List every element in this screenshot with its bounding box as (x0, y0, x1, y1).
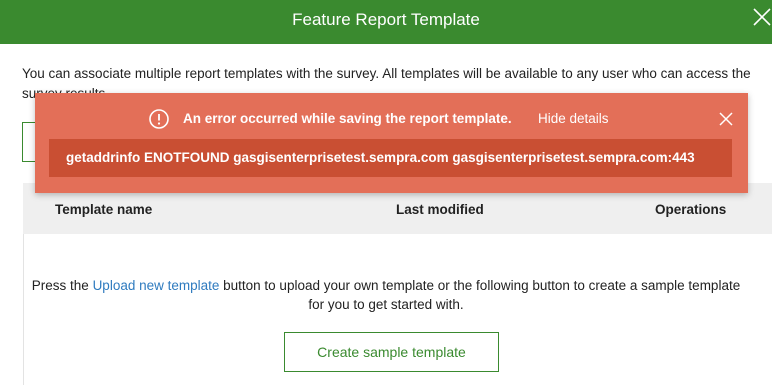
empty-state-message: Press the Upload new template button to … (0, 276, 772, 314)
column-operations: Operations (655, 202, 727, 217)
column-last-modified: Last modified (396, 202, 484, 217)
create-sample-template-button[interactable]: Create sample template (284, 332, 499, 372)
hide-details-link[interactable]: Hide details (538, 111, 609, 126)
upload-new-template-link[interactable]: Upload new template (93, 278, 220, 293)
empty-state-line2: for you to get started with. (308, 297, 464, 312)
dialog-header: Feature Report Template (0, 0, 772, 44)
exclamation-circle-icon (149, 109, 169, 129)
error-details-box: getaddrinfo ENOTFOUND gasgisenterprisete… (49, 139, 732, 177)
error-details-text: getaddrinfo ENOTFOUND gasgisenterprisete… (66, 150, 695, 165)
empty-state-suffix: button to upload your own template or th… (219, 278, 741, 293)
error-message: An error occurred while saving the repor… (183, 111, 512, 126)
upload-new-template-button[interactable] (22, 122, 36, 162)
column-template-name: Template name (55, 202, 153, 217)
close-icon[interactable] (751, 6, 772, 28)
close-icon[interactable] (719, 112, 733, 126)
error-notification: An error occurred while saving the repor… (35, 93, 748, 193)
dialog-title: Feature Report Template (292, 10, 480, 29)
empty-state-prefix: Press the (31, 278, 93, 293)
